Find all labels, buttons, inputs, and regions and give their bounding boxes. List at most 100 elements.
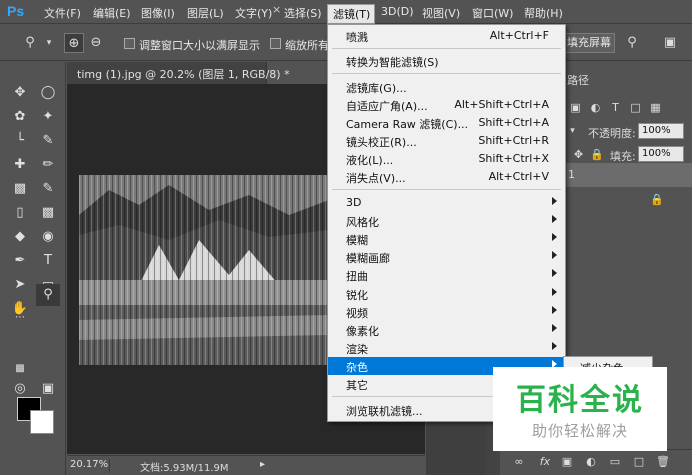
- workspace-icon[interactable]: ▣: [660, 33, 680, 53]
- landscape-photo: [79, 175, 329, 365]
- layer-name: 1: [568, 168, 575, 181]
- link-layers-icon[interactable]: ∞: [512, 455, 526, 469]
- resize-windows-label: 调整窗口大小以满屏显示: [139, 39, 260, 52]
- menu-item-blur[interactable]: 模糊: [328, 230, 565, 248]
- eraser-icon[interactable]: ▯: [8, 202, 32, 224]
- layer-mask-icon[interactable]: ▣: [560, 455, 574, 469]
- fill-screen-button[interactable]: 填充屏幕: [563, 33, 615, 53]
- menu-separator: [332, 73, 561, 74]
- zoom-tool-preset-icon[interactable]: ⚲: [20, 33, 40, 53]
- menu-item-liquify[interactable]: 液化(L)... Shift+Ctrl+X: [328, 150, 565, 168]
- zoom-level[interactable]: 20.17%: [70, 459, 110, 473]
- path-select-icon[interactable]: ➤: [8, 274, 32, 296]
- opacity-input[interactable]: 100%: [638, 123, 684, 139]
- menu-item-last-filter[interactable]: 喷溅 Alt+Ctrl+F: [328, 27, 565, 45]
- gradient-tool-icon[interactable]: ▩: [36, 202, 60, 224]
- layer-filter-shape-icon[interactable]: □: [629, 101, 642, 114]
- chevron-down-icon[interactable]: ▾: [39, 33, 59, 53]
- blur-tool-icon[interactable]: ◆: [8, 226, 32, 248]
- layer-filter-image-icon[interactable]: ▣: [569, 101, 582, 114]
- marquee-tool-icon[interactable]: ◯: [36, 82, 60, 104]
- move-tool-icon[interactable]: ✥: [8, 82, 32, 104]
- new-layer-icon[interactable]: □: [632, 455, 646, 469]
- zoom-in-icon[interactable]: ⊕: [64, 33, 84, 53]
- lasso-tool-icon[interactable]: ✿: [8, 106, 32, 128]
- menu-item-distort[interactable]: 扭曲: [328, 266, 565, 284]
- history-brush-icon[interactable]: ✎: [36, 178, 60, 200]
- lock-icon[interactable]: 🔒: [590, 148, 604, 161]
- layer-filter-smart-icon[interactable]: ▦: [649, 101, 662, 114]
- new-group-icon[interactable]: ▭: [608, 455, 622, 469]
- layer-filter-adjust-icon[interactable]: ◐: [589, 101, 602, 114]
- menu-item-blur-gallery[interactable]: 模糊画廊: [328, 248, 565, 266]
- menu-item-lens-correction[interactable]: 镜头校正(R)... Shift+Ctrl+R: [328, 132, 565, 150]
- watermark-title: 百科全说: [516, 383, 644, 418]
- screen-mode-icon[interactable]: ▣: [36, 378, 60, 400]
- search-icon[interactable]: ⚲: [622, 33, 642, 53]
- menu-item-adaptive-wide-angle[interactable]: 自适应广角(A)... Alt+Shift+Ctrl+A: [328, 96, 565, 114]
- clone-stamp-icon[interactable]: ▩: [8, 178, 32, 200]
- menu-filter[interactable]: 滤镜(T): [327, 4, 375, 24]
- default-colors-icon[interactable]: ▩: [8, 358, 32, 380]
- layer-row-selected[interactable]: 1: [562, 163, 692, 187]
- menu-item-video[interactable]: 视频: [328, 303, 565, 321]
- chevron-right-icon[interactable]: ▸: [260, 459, 265, 470]
- crop-tool-icon[interactable]: └: [8, 130, 32, 152]
- menu-type[interactable]: 文字(Y): [235, 5, 272, 21]
- menu-item-render[interactable]: 渲染: [328, 339, 565, 357]
- menu-item-convert-smart-filter[interactable]: 转换为智能滤镜(S): [328, 52, 565, 70]
- menu-layer[interactable]: 图层(L): [187, 5, 224, 21]
- status-bar: 20.17% 文档:5.93M/11.9M ▸: [67, 455, 425, 475]
- menu-view[interactable]: 视图(V): [422, 5, 460, 21]
- layer-row-background[interactable]: 🔒: [562, 188, 692, 212]
- submenu-arrow-icon: [552, 251, 557, 259]
- menu-filter-label: 滤镜(T): [333, 8, 371, 21]
- menu-item-camera-raw[interactable]: Camera Raw 滤镜(C)... Shift+Ctrl+A: [328, 114, 565, 132]
- fx-icon[interactable]: fx: [538, 455, 552, 469]
- dodge-tool-icon[interactable]: ◉: [36, 226, 60, 248]
- healing-brush-icon[interactable]: ✚: [8, 154, 32, 176]
- magic-wand-icon[interactable]: ✦: [36, 106, 60, 128]
- type-tool-icon[interactable]: T: [36, 250, 60, 272]
- menu-item-3d[interactable]: 3D: [328, 194, 565, 212]
- menu-3d[interactable]: 3D(D): [381, 5, 414, 21]
- menu-edit[interactable]: 编辑(E): [93, 5, 131, 21]
- menu-file[interactable]: 文件(F): [44, 5, 81, 21]
- menu-window[interactable]: 窗口(W): [472, 5, 513, 21]
- trash-icon[interactable]: 🗑: [656, 455, 670, 469]
- submenu-arrow-icon: [552, 342, 557, 350]
- submenu-arrow-icon: [552, 197, 557, 205]
- lock-pixels-icon[interactable]: ✥: [572, 148, 585, 161]
- zoom-all-checkbox[interactable]: [270, 38, 281, 49]
- menu-item-sharpen[interactable]: 锐化: [328, 285, 565, 303]
- menu-separator: [332, 48, 561, 49]
- fill-input[interactable]: 100%: [638, 146, 684, 162]
- close-icon[interactable]: ×: [272, 3, 282, 17]
- photoshop-logo: Ps: [7, 3, 25, 19]
- pen-tool-icon[interactable]: ✒: [8, 250, 32, 272]
- fill-label: 填充:: [610, 150, 636, 163]
- quick-mask-icon[interactable]: ◎: [8, 378, 32, 400]
- menu-select[interactable]: 选择(S): [284, 5, 322, 21]
- background-color-swatch[interactable]: [30, 410, 54, 434]
- zoom-out-icon[interactable]: ⊖: [86, 33, 106, 53]
- adjustment-layer-icon[interactable]: ◐: [584, 455, 598, 469]
- paths-tab[interactable]: 路径: [567, 72, 589, 88]
- menu-image[interactable]: 图像(I): [141, 5, 175, 21]
- eyedropper-icon[interactable]: ✎: [36, 130, 60, 152]
- document-tab[interactable]: timg (1).jpg @ 20.2% (图层 1, RGB/8) *: [67, 62, 290, 84]
- resize-windows-checkbox[interactable]: [124, 38, 135, 49]
- document-info: 文档:5.93M/11.9M: [140, 463, 229, 474]
- menu-item-stylize[interactable]: 风格化: [328, 212, 565, 230]
- zoom-tool-icon[interactable]: ⚲: [36, 284, 60, 306]
- menu-item-filter-gallery[interactable]: 滤镜库(G)...: [328, 78, 565, 96]
- more-tools-icon[interactable]: ⋯: [8, 307, 32, 329]
- blend-mode-chevron-icon[interactable]: ▾: [566, 125, 579, 138]
- brush-tool-icon[interactable]: ✏: [36, 154, 60, 176]
- submenu-arrow-icon: [552, 233, 557, 241]
- menu-item-pixelate[interactable]: 像素化: [328, 321, 565, 339]
- menu-item-vanishing-point[interactable]: 消失点(V)... Alt+Ctrl+V: [328, 168, 565, 186]
- filter-menu: 喷溅 Alt+Ctrl+F 转换为智能滤镜(S) 滤镜库(G)... 自适应广角…: [327, 24, 566, 422]
- layer-filter-type-icon[interactable]: T: [609, 101, 622, 114]
- menu-help[interactable]: 帮助(H): [524, 5, 563, 21]
